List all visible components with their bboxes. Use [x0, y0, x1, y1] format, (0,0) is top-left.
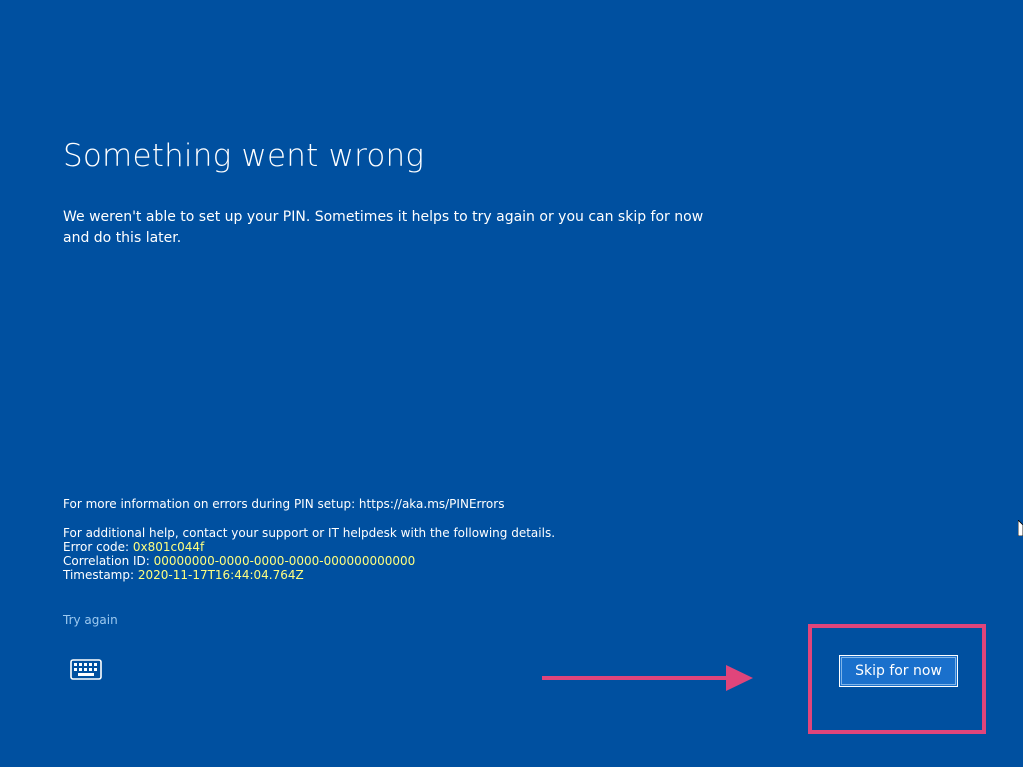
- timestamp-label: Timestamp:: [63, 568, 138, 582]
- error-code-value: 0x801c044f: [132, 540, 205, 554]
- error-details: For more information on errors during PI…: [63, 497, 555, 582]
- timestamp-line: Timestamp: 2020-11-17T16:44:04.764Z: [63, 568, 555, 582]
- timestamp-value: 2020-11-17T16:44:04.764Z: [137, 568, 304, 582]
- error-code-label: Error code:: [63, 540, 133, 554]
- try-again-link[interactable]: Try again: [63, 613, 118, 627]
- page-title: Something went wrong: [63, 138, 425, 174]
- correlation-id-value: 00000000-0000-0000-0000-000000000000: [153, 554, 416, 568]
- more-info-text: For more information on errors during PI…: [63, 497, 505, 511]
- error-message: We weren't able to set up your PIN. Some…: [63, 209, 704, 246]
- mouse-cursor-icon: [1017, 519, 1023, 537]
- keyboard-icon[interactable]: [70, 659, 102, 680]
- correlation-id-line: Correlation ID: 00000000-0000-0000-0000-…: [63, 554, 555, 568]
- correlation-id-label: Correlation ID:: [63, 554, 154, 568]
- skip-for-now-button[interactable]: Skip for now: [839, 655, 958, 687]
- additional-help-text: For additional help, contact your suppor…: [63, 526, 556, 540]
- error-code-line: Error code: 0x801c044f: [63, 540, 555, 554]
- right-arrow-annotation: [542, 664, 754, 692]
